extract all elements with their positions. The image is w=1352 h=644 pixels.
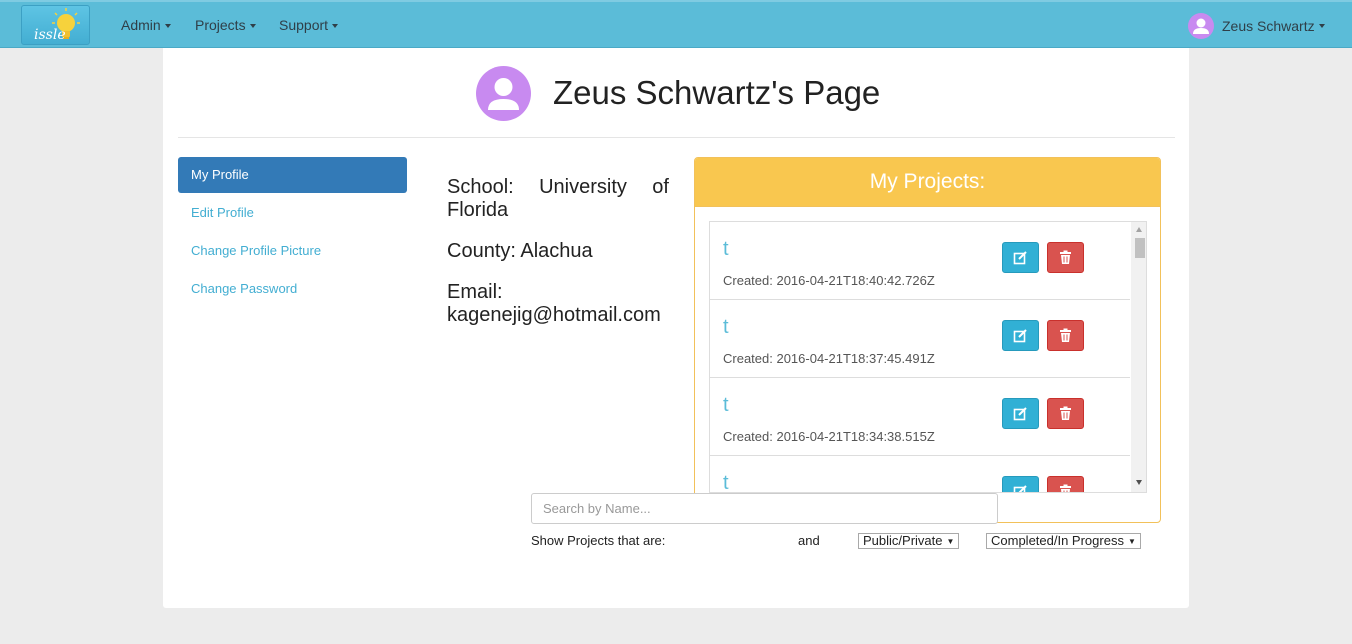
caret-down-icon (1318, 24, 1325, 28)
trash-icon (1060, 328, 1071, 342)
user-silhouette-icon (1193, 18, 1209, 34)
trash-icon (1060, 484, 1071, 492)
school-word: University (539, 176, 627, 198)
my-projects-panel: My Projects: t Created: 2016-04-21T18:40… (694, 157, 1161, 523)
project-name-link[interactable]: t (723, 316, 729, 339)
dropdown-arrow-icon: ▼ (946, 537, 955, 546)
page-title: Zeus Schwartz's Page (553, 74, 881, 111)
project-name-link[interactable]: t (723, 394, 729, 417)
status-select-value: Completed/In Progress (991, 533, 1124, 548)
projects-list-viewport: t Created: 2016-04-21T18:40:42.726Z t Cr… (710, 222, 1130, 492)
projects-list[interactable]: t Created: 2016-04-21T18:40:42.726Z t Cr… (709, 221, 1147, 493)
panel-title: My Projects: (695, 158, 1160, 207)
nav-menu-support[interactable]: Support (279, 17, 339, 33)
top-navbar: issle Admin Projects Support Zeus Schwar… (0, 0, 1352, 48)
list-item: t Created: 2016-04-21T18:40:42.726Z (710, 222, 1130, 300)
project-name-link[interactable]: t (723, 238, 729, 261)
trash-icon (1060, 250, 1071, 264)
delete-project-button[interactable] (1047, 398, 1084, 429)
visibility-select[interactable]: Public/Private ▼ (858, 533, 960, 549)
list-item: t Created: 2016-04-21T18:37:45.491Z (710, 300, 1130, 378)
school-word: School: (447, 176, 514, 198)
edit-icon (1013, 329, 1027, 343)
county-field: County: Alachua (447, 240, 593, 262)
school-line-2: Florida (447, 199, 509, 221)
filter-conjunction: and (798, 533, 820, 548)
user-menu[interactable]: Zeus Schwartz (1188, 12, 1325, 40)
nav-menu-label: Projects (195, 17, 246, 33)
school-word: of (652, 176, 669, 198)
scroll-down-arrow-icon[interactable] (1136, 480, 1142, 485)
edit-project-button[interactable] (1002, 476, 1039, 492)
profile-avatar (476, 66, 531, 121)
profile-info: School: University of Florida County: Al… (447, 176, 669, 345)
dropdown-arrow-icon: ▼ (1127, 537, 1136, 546)
school-field: School: University of Florida (447, 176, 669, 222)
visibility-select-value: Public/Private (863, 533, 943, 548)
status-select[interactable]: Completed/In Progress ▼ (986, 533, 1141, 549)
search-input[interactable] (531, 493, 998, 524)
profile-sidebar: My Profile Edit Profile Change Profile P… (178, 157, 407, 309)
email-label: Email: (447, 281, 503, 303)
nav-menu-projects[interactable]: Projects (195, 17, 256, 33)
list-item: t Created: 2016-04-21T18:34:38.515Z (710, 378, 1130, 456)
user-silhouette-icon (488, 78, 519, 110)
nav-menu-label: Support (279, 17, 329, 33)
main-container: Zeus Schwartz's Page My Profile Edit Pro… (163, 48, 1189, 608)
email-value: kagenejig@hotmail.com (447, 304, 661, 326)
caret-down-icon (332, 24, 339, 29)
projects-scrollbar[interactable] (1131, 222, 1146, 492)
edit-icon (1013, 485, 1027, 492)
list-item: t (710, 456, 1130, 492)
sidebar-item-change-profile-picture[interactable]: Change Profile Picture (178, 233, 407, 269)
edit-project-button[interactable] (1002, 242, 1039, 273)
delete-project-button[interactable] (1047, 242, 1084, 273)
project-name-link[interactable]: t (723, 472, 729, 492)
trash-icon (1060, 406, 1071, 420)
avatar (1188, 13, 1214, 39)
brand-wordmark: issle (34, 27, 66, 43)
brand-logo[interactable]: issle (21, 5, 90, 45)
delete-project-button[interactable] (1047, 476, 1084, 492)
edit-project-button[interactable] (1002, 398, 1039, 429)
sidebar-item-my-profile[interactable]: My Profile (178, 157, 407, 193)
sidebar-item-edit-profile[interactable]: Edit Profile (178, 195, 407, 231)
scrollbar-thumb[interactable] (1135, 238, 1145, 258)
filter-label: Show Projects that are: (531, 533, 666, 548)
caret-down-icon (249, 24, 256, 29)
email-field: Email: kagenejig@hotmail.com (447, 281, 669, 327)
edit-project-button[interactable] (1002, 320, 1039, 351)
edit-icon (1013, 251, 1027, 265)
caret-down-icon (164, 24, 171, 29)
nav-menu-label: Admin (121, 17, 161, 33)
delete-project-button[interactable] (1047, 320, 1084, 351)
scroll-up-arrow-icon[interactable] (1136, 227, 1142, 232)
school-line-1: School: University of (447, 176, 669, 199)
project-created-date: Created: 2016-04-21T18:37:45.491Z (723, 351, 935, 366)
sidebar-item-change-password[interactable]: Change Password (178, 271, 407, 307)
nav-menu-admin[interactable]: Admin (121, 17, 171, 33)
project-created-date: Created: 2016-04-21T18:34:38.515Z (723, 429, 935, 444)
user-name: Zeus Schwartz (1222, 18, 1315, 34)
edit-icon (1013, 407, 1027, 421)
project-created-date: Created: 2016-04-21T18:40:42.726Z (723, 273, 935, 288)
header-divider (178, 137, 1175, 138)
